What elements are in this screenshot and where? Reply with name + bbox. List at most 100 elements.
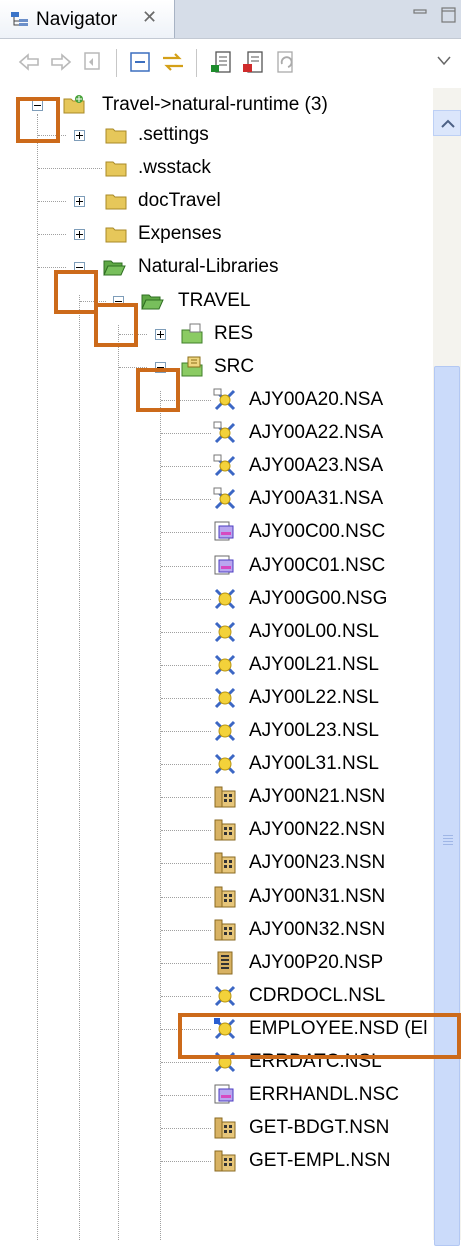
tree-node-file[interactable]: AJY00A20.NSA xyxy=(0,383,432,417)
tree-branch-line xyxy=(161,962,211,964)
tree-node-file[interactable]: AJY00L22.NSL xyxy=(0,681,432,715)
tree-branch-line xyxy=(161,466,211,468)
tree-node-label: AJY00L31.NSL xyxy=(249,753,379,775)
tree-node-label: AJY00N32.NSN xyxy=(249,918,386,940)
natural-object-icon[interactable] xyxy=(240,49,266,75)
tree-node-file[interactable]: AJY00N23.NSN xyxy=(0,846,432,880)
navigator-toolbar xyxy=(0,39,461,87)
tree-node-file[interactable]: CDRDOCL.NSL xyxy=(0,979,432,1013)
expand-toggle[interactable] xyxy=(74,229,85,240)
tree-node-file[interactable]: AJY00C00.NSC xyxy=(0,515,432,549)
minimize-icon[interactable] xyxy=(412,6,430,24)
tree-node-src[interactable]: SRC xyxy=(0,350,432,384)
expand-toggle[interactable] xyxy=(74,130,85,141)
tree-branch-line xyxy=(161,863,211,865)
scroll-up-button[interactable] xyxy=(433,110,461,136)
tree-node-file[interactable]: AJY00N22.NSN xyxy=(0,813,432,847)
tree-node-label: docTravel xyxy=(138,190,221,211)
local-data-icon xyxy=(213,686,237,710)
library-folder-icon xyxy=(141,294,164,310)
go-into-icon[interactable] xyxy=(80,49,106,75)
close-icon[interactable]: ✕ xyxy=(142,8,160,26)
maximize-icon[interactable] xyxy=(440,6,458,24)
tree-node-label: TRAVEL xyxy=(178,290,251,311)
tree-node-label: AJY00L21.NSL xyxy=(249,653,379,675)
tree-branch-line xyxy=(38,267,66,268)
tree-node-file[interactable]: AJY00N21.NSN xyxy=(0,780,432,814)
tree-branch-line xyxy=(161,830,211,832)
link-with-editor-icon[interactable] xyxy=(160,49,186,75)
back-icon[interactable] xyxy=(16,49,42,75)
tree-node-file[interactable]: AJY00N32.NSN xyxy=(0,913,432,947)
tree-node-file[interactable]: AJY00A22.NSA xyxy=(0,416,432,450)
tree-node-label: AJY00N21.NSN xyxy=(249,786,386,808)
tree-node-label: CDRDOCL.NSL xyxy=(249,984,386,1006)
tree-node-file[interactable]: AJY00N31.NSN xyxy=(0,880,432,914)
refresh-icon[interactable] xyxy=(272,49,298,75)
tree-node-file[interactable]: AJY00C01.NSC xyxy=(0,549,432,583)
tree-branch-line xyxy=(161,929,211,931)
tree-node-label: Natural-Libraries xyxy=(138,256,279,277)
view-tab-bar: Navigator ✕ xyxy=(0,0,461,39)
tree-node-label: .wsstack xyxy=(138,157,211,178)
copycode-icon xyxy=(213,554,237,578)
tree-node-doctravel[interactable]: docTravel xyxy=(0,184,432,218)
tree-node-file[interactable]: AJY00G00.NSG xyxy=(0,582,432,616)
tree-branch-line xyxy=(161,631,211,633)
tree-node-label: RES xyxy=(214,323,254,344)
view-menu-icon[interactable] xyxy=(436,55,452,67)
tree-node-file[interactable]: AJY00L21.NSL xyxy=(0,648,432,682)
tree-branch-line xyxy=(38,201,66,202)
tree-node-file[interactable]: AJY00A31.NSA xyxy=(0,482,432,516)
folder-icon xyxy=(105,227,127,243)
tree-node-label: Travel->natural-runtime (3) xyxy=(102,94,328,115)
tree-node-label: AJY00C00.NSC xyxy=(249,521,386,543)
tree-node-settings[interactable]: .settings xyxy=(0,118,432,152)
tree-node-file[interactable]: GET-EMPL.NSN xyxy=(0,1144,432,1178)
tree-node-label: Expenses xyxy=(138,223,222,244)
expand-toggle[interactable] xyxy=(74,196,85,207)
folder-icon xyxy=(105,128,127,144)
tree-node-label: GET-BDGT.NSN xyxy=(249,1117,390,1139)
highlight-src-toggle xyxy=(136,368,180,412)
vertical-scrollbar[interactable] xyxy=(433,88,461,1246)
subprogram-icon xyxy=(213,1149,237,1173)
tab-navigator[interactable]: Navigator ✕ xyxy=(0,0,175,38)
local-data-icon xyxy=(213,653,237,677)
navigator-icon xyxy=(11,12,28,26)
tree-node-label: AJY00N31.NSN xyxy=(249,885,386,907)
tree-node-res[interactable]: RES xyxy=(0,317,432,351)
tab-label: Navigator xyxy=(36,9,118,30)
tree-branch-line xyxy=(161,1128,211,1130)
local-data-icon xyxy=(213,620,237,644)
adapter-icon xyxy=(213,487,237,511)
tree-node-file[interactable]: AJY00A23.NSA xyxy=(0,449,432,483)
subprogram-icon xyxy=(213,851,237,875)
natural-library-icon[interactable] xyxy=(208,49,234,75)
tree-node-file[interactable]: GET-BDGT.NSN xyxy=(0,1111,432,1145)
tree-node-wsstack[interactable]: .wsstack xyxy=(0,151,432,185)
tree-node-file[interactable]: ERRHANDL.NSC xyxy=(0,1078,432,1112)
scroll-thumb[interactable] xyxy=(434,366,460,1246)
tree-branch-line xyxy=(161,1062,211,1063)
tree-node-expenses[interactable]: Expenses xyxy=(0,217,432,251)
forward-icon[interactable] xyxy=(48,49,74,75)
tree-branch-line xyxy=(161,995,211,997)
navigator-tree: Travel->natural-runtime (3) .settings .w… xyxy=(0,88,461,1240)
tree-node-file[interactable]: AJY00P20.NSP xyxy=(0,946,432,980)
tree-branch-line xyxy=(161,433,211,435)
tree-node-file[interactable]: AJY00L31.NSL xyxy=(0,747,432,781)
subprogram-icon xyxy=(213,1116,237,1140)
tree-node-label: AJY00L23.NSL xyxy=(249,720,379,741)
tree-node-file[interactable]: AJY00L00.NSL xyxy=(0,615,432,649)
collapse-all-icon[interactable] xyxy=(128,49,154,75)
chevron-up-icon xyxy=(441,119,455,128)
expand-toggle[interactable] xyxy=(155,329,166,340)
resource-folder-icon xyxy=(181,323,203,344)
tree-branch-line xyxy=(161,697,211,699)
tree-branch-line xyxy=(161,764,211,766)
highlight-root-toggle xyxy=(16,97,60,143)
tree-node-root[interactable]: Travel->natural-runtime (3) xyxy=(0,88,432,122)
tree-branch-line xyxy=(161,664,211,666)
tree-node-file[interactable]: AJY00L23.NSL xyxy=(0,714,432,748)
